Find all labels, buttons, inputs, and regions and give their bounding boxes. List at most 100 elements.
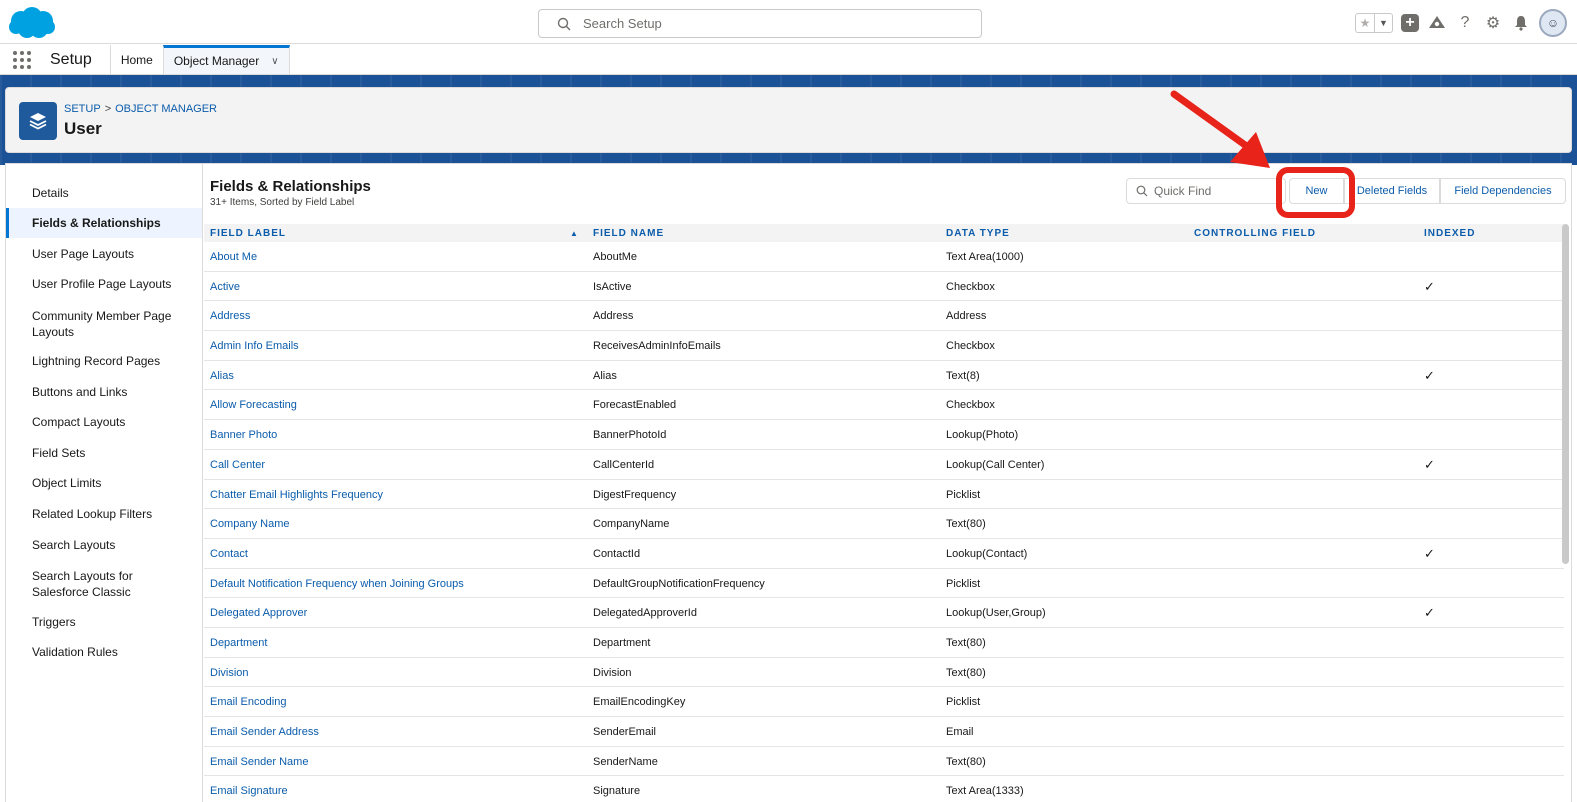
field-data-type: Text(80) xyxy=(946,666,986,679)
deleted-fields-button[interactable]: Deleted Fields xyxy=(1344,178,1440,204)
field-label-link[interactable]: Banner Photo xyxy=(210,429,277,441)
star-icon[interactable]: ★ xyxy=(1356,14,1374,32)
table-row: Banner Photo BannerPhotoId Lookup(Photo) xyxy=(204,420,1564,450)
sidebar-item-label: Field Sets xyxy=(32,445,86,460)
sidebar-item-search-layouts-classic[interactable]: Search Layouts for Salesforce Classic xyxy=(6,567,202,601)
sidebar-item-compact-layouts[interactable]: Compact Layouts xyxy=(6,408,202,435)
help-icon[interactable]: ? xyxy=(1455,13,1475,33)
field-api-name: AboutMe xyxy=(593,251,638,263)
field-label-link[interactable]: Active xyxy=(210,281,240,293)
field-data-type: Checkbox xyxy=(946,340,995,353)
indexed-checkmark: ✓ xyxy=(1424,605,1435,621)
field-dependencies-button[interactable]: Field Dependencies xyxy=(1440,178,1566,204)
tab-object-manager-label: Object Manager xyxy=(173,54,260,68)
breadcrumb-separator: > xyxy=(104,103,112,115)
table-row: Email Encoding EmailEncodingKey Picklist xyxy=(204,687,1564,717)
sidebar-item-user-page-layouts[interactable]: User Page Layouts xyxy=(6,240,202,267)
field-label-link[interactable]: Delegated Approver xyxy=(210,607,307,619)
field-data-type: Text(8) xyxy=(946,369,980,382)
section-subtitle: 31+ Items, Sorted by Field Label xyxy=(210,197,355,208)
field-api-name: DefaultGroupNotificationFrequency xyxy=(593,577,765,590)
sidebar-item-label: Object Limits xyxy=(32,475,102,490)
field-label-link[interactable]: Email Sender Address xyxy=(210,726,319,738)
sidebar-item-related-lookup-filters[interactable]: Related Lookup Filters xyxy=(6,500,202,527)
field-data-type: Text(80) xyxy=(946,518,986,531)
field-label-link[interactable]: Default Notification Frequency when Join… xyxy=(210,578,464,590)
col-header-controlling-field[interactable]: CONTROLLING FIELD xyxy=(1194,228,1316,239)
field-api-name: SenderEmail xyxy=(593,726,656,738)
setup-nav-bar: Setup Home Object Manager ∨ xyxy=(0,45,1577,75)
field-data-type: Checkbox xyxy=(946,399,995,412)
field-label-link[interactable]: Contact xyxy=(210,548,248,560)
breadcrumb-setup[interactable]: SETUP xyxy=(64,103,101,115)
sidebar-item-lightning-record-pages[interactable]: Lightning Record Pages xyxy=(6,347,202,374)
table-row: Alias Alias Text(8) ✓ xyxy=(204,361,1564,391)
notifications-bell-icon[interactable] xyxy=(1511,13,1531,33)
sidebar-item-label: Validation Rules xyxy=(32,644,118,659)
col-header-indexed[interactable]: INDEXED xyxy=(1424,228,1475,239)
tab-object-manager[interactable]: Object Manager ∨ xyxy=(162,45,290,74)
chevron-down-icon[interactable]: ∨ xyxy=(271,56,278,67)
sidebar-item-field-sets[interactable]: Field Sets xyxy=(6,439,202,466)
global-search-input[interactable] xyxy=(583,16,943,31)
quick-find[interactable] xyxy=(1126,178,1286,204)
table-row: Admin Info Emails ReceivesAdminInfoEmails… xyxy=(204,331,1564,361)
quick-find-input[interactable] xyxy=(1154,184,1274,198)
tab-home[interactable]: Home xyxy=(109,45,163,74)
sidebar-item-label: Search Layouts xyxy=(32,537,116,552)
sidebar-item-user-profile-page-layouts[interactable]: User Profile Page Layouts xyxy=(6,270,202,297)
sidebar-item-label: Buttons and Links xyxy=(32,384,128,399)
breadcrumb-object-manager[interactable]: OBJECT MANAGER xyxy=(115,103,217,115)
sidebar-item-search-layouts[interactable]: Search Layouts xyxy=(6,531,202,558)
sidebar-item-object-limits[interactable]: Object Limits xyxy=(6,469,202,496)
table-row: Company Name CompanyName Text(80) xyxy=(204,509,1564,539)
app-launcher-icon[interactable] xyxy=(0,45,44,74)
sidebar-item-label: Search Layouts for Salesforce Classic xyxy=(32,569,133,599)
field-label-link[interactable]: Chatter Email Highlights Frequency xyxy=(210,489,383,501)
field-label-link[interactable]: Email Encoding xyxy=(210,696,286,708)
sidebar-item-triggers[interactable]: Triggers xyxy=(6,608,202,635)
trailhead-icon[interactable] xyxy=(1427,13,1447,33)
field-label-link[interactable]: Call Center xyxy=(210,459,265,471)
field-api-name: Signature xyxy=(593,785,641,798)
salesforce-cloud-logo[interactable] xyxy=(6,5,56,41)
field-label-link[interactable]: Company Name xyxy=(210,518,289,530)
sidebar-item-label: Details xyxy=(32,185,69,200)
field-api-name: DelegatedApproverId xyxy=(593,607,697,620)
sort-ascending-icon[interactable]: ▲ xyxy=(570,229,578,238)
field-label-link[interactable]: Email Sender Name xyxy=(210,756,308,768)
favorites-group[interactable]: ★ ▼ xyxy=(1355,13,1393,33)
field-api-name: SenderName xyxy=(593,755,658,768)
col-header-field-label[interactable]: FIELD LABEL xyxy=(210,228,286,239)
field-label-link[interactable]: Alias xyxy=(210,370,234,382)
sidebar-item-community-member-page-layouts[interactable]: Community Member Page Layouts xyxy=(6,307,202,341)
section-title: Fields & Relationships xyxy=(210,178,371,195)
app-name: Setup xyxy=(50,50,92,68)
col-header-field-name[interactable]: FIELD NAME xyxy=(593,228,664,239)
table-scrollbar[interactable] xyxy=(1562,224,1569,564)
table-row: Call Center CallCenterId Lookup(Call Cente… xyxy=(204,450,1564,480)
sidebar-item-fields-relationships[interactable]: Fields & Relationships xyxy=(6,208,202,238)
field-label-link[interactable]: Allow Forecasting xyxy=(210,399,297,411)
col-header-data-type[interactable]: DATA TYPE xyxy=(946,228,1010,239)
field-data-type: Text(80) xyxy=(946,636,986,649)
global-search[interactable] xyxy=(538,9,982,38)
setup-gear-icon[interactable]: ⚙ xyxy=(1483,13,1503,33)
search-icon xyxy=(1136,185,1148,197)
sidebar-item-validation-rules[interactable]: Validation Rules xyxy=(6,638,202,665)
user-avatar[interactable]: ☺ xyxy=(1539,9,1567,37)
field-api-name: Address xyxy=(593,310,634,323)
sidebar-item-buttons-and-links[interactable]: Buttons and Links xyxy=(6,378,202,405)
field-label-link[interactable]: Admin Info Emails xyxy=(210,340,299,352)
field-label-link[interactable]: Email Signature xyxy=(210,785,288,797)
field-label-link[interactable]: Address xyxy=(210,310,250,322)
table-row: Allow Forecasting ForecastEnabled Checkbox xyxy=(204,390,1564,421)
sidebar-item-details[interactable]: Details xyxy=(6,179,202,206)
field-api-name: DigestFrequency xyxy=(593,488,677,501)
field-api-name: CompanyName xyxy=(593,518,670,531)
field-label-link[interactable]: Department xyxy=(210,637,267,649)
field-label-link[interactable]: About Me xyxy=(210,251,257,263)
field-label-link[interactable]: Division xyxy=(210,667,249,679)
favorites-dropdown-icon[interactable]: ▼ xyxy=(1374,14,1392,32)
global-actions-plus-icon[interactable]: + xyxy=(1401,14,1419,32)
